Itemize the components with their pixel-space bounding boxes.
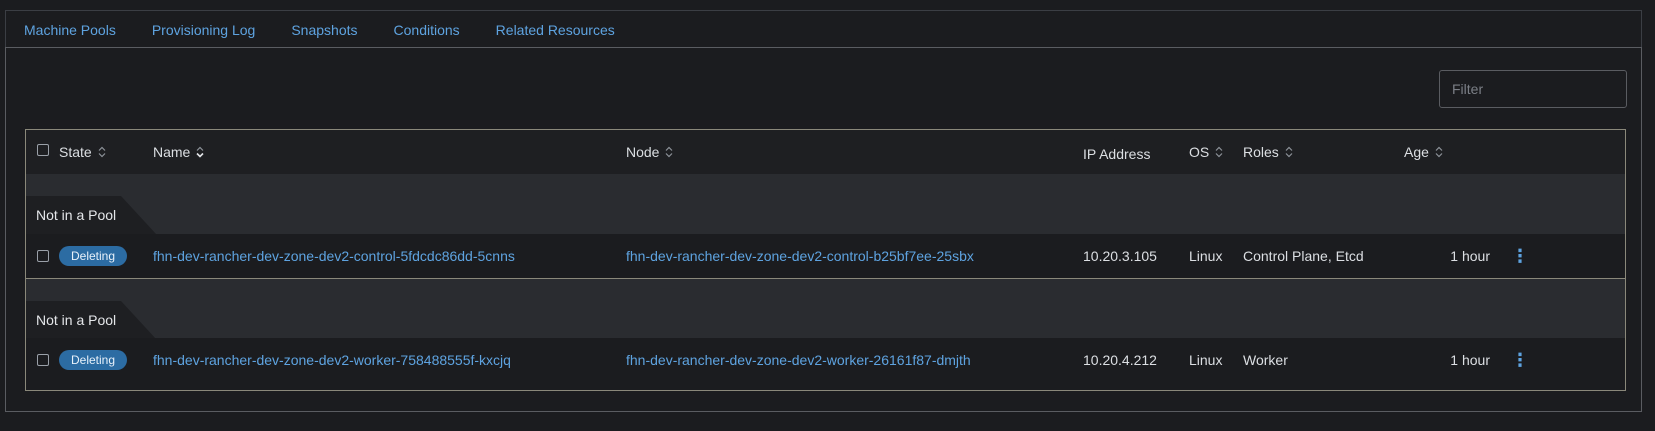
row-checkbox[interactable] <box>37 354 49 366</box>
group-header: Not in a Pool <box>26 278 1625 340</box>
sort-down-icon <box>196 146 204 158</box>
tab-conditions[interactable]: Conditions <box>376 11 478 48</box>
group-label: Not in a Pool <box>26 301 156 339</box>
os-value: Linux <box>1189 248 1223 264</box>
status-badge: Deleting <box>59 350 128 370</box>
column-header-node[interactable]: Node <box>626 130 673 174</box>
column-label: Age <box>1404 144 1429 160</box>
machine-name-link[interactable]: fhn-dev-rancher-dev-zone-dev2-control-5f… <box>153 234 515 278</box>
column-header-roles[interactable]: Roles <box>1243 130 1293 174</box>
column-label: Node <box>626 144 660 160</box>
tab-panel: State Name Node IP Address <box>5 47 1642 412</box>
column-label: IP Address <box>1083 146 1151 162</box>
sort-updown-icon <box>1435 146 1443 158</box>
filter-input[interactable] <box>1439 70 1627 108</box>
ip-address: 10.20.3.105 <box>1083 248 1157 264</box>
machine-name-link[interactable]: fhn-dev-rancher-dev-zone-dev2-worker-758… <box>153 338 511 382</box>
sort-updown-icon <box>1285 146 1293 158</box>
select-all-checkbox[interactable] <box>37 144 49 156</box>
status-badge: Deleting <box>59 246 128 266</box>
column-header-ip: IP Address <box>1083 132 1150 176</box>
roles-value: Worker <box>1243 352 1288 368</box>
column-label: Roles <box>1243 144 1279 160</box>
column-label: Name <box>153 144 191 160</box>
machines-table: State Name Node IP Address OS Roles Age … <box>25 129 1626 391</box>
sort-updown-icon <box>98 146 106 158</box>
column-header-state[interactable]: State <box>59 130 106 174</box>
age-value: 1 hour <box>1450 352 1490 368</box>
column-label: OS <box>1189 144 1210 160</box>
node-link[interactable]: fhn-dev-rancher-dev-zone-dev2-worker-261… <box>626 338 971 382</box>
tab-bar: Machine Pools Provisioning Log Snapshots… <box>5 10 1642 49</box>
os-value: Linux <box>1189 352 1223 368</box>
column-header-os[interactable]: OS <box>1189 130 1223 174</box>
row-checkbox[interactable] <box>37 250 49 262</box>
table-row: Deleting fhn-dev-rancher-dev-zone-dev2-w… <box>26 338 1625 382</box>
column-header-name[interactable]: Name <box>153 130 204 174</box>
tab-machine-pools[interactable]: Machine Pools <box>6 11 134 49</box>
age-value: 1 hour <box>1450 248 1490 264</box>
kebab-vertical-icon[interactable]: ⋮ <box>1511 234 1529 278</box>
table-row: Deleting fhn-dev-rancher-dev-zone-dev2-c… <box>26 234 1625 278</box>
tab-related-resources[interactable]: Related Resources <box>478 11 633 48</box>
node-link[interactable]: fhn-dev-rancher-dev-zone-dev2-control-b2… <box>626 234 974 278</box>
sort-updown-icon <box>1215 146 1223 158</box>
column-header-age[interactable]: Age <box>1404 130 1443 174</box>
group-label: Not in a Pool <box>26 196 156 234</box>
tab-provisioning-log[interactable]: Provisioning Log <box>134 11 274 48</box>
table-header: State Name Node IP Address OS Roles Age <box>26 130 1625 175</box>
sort-updown-icon <box>665 146 673 158</box>
column-label: State <box>59 144 92 160</box>
roles-value: Control Plane, Etcd <box>1243 248 1364 264</box>
group-header: Not in a Pool <box>26 174 1625 235</box>
ip-address: 10.20.4.212 <box>1083 352 1157 368</box>
tab-snapshots[interactable]: Snapshots <box>273 11 375 48</box>
kebab-vertical-icon[interactable]: ⋮ <box>1511 338 1529 382</box>
